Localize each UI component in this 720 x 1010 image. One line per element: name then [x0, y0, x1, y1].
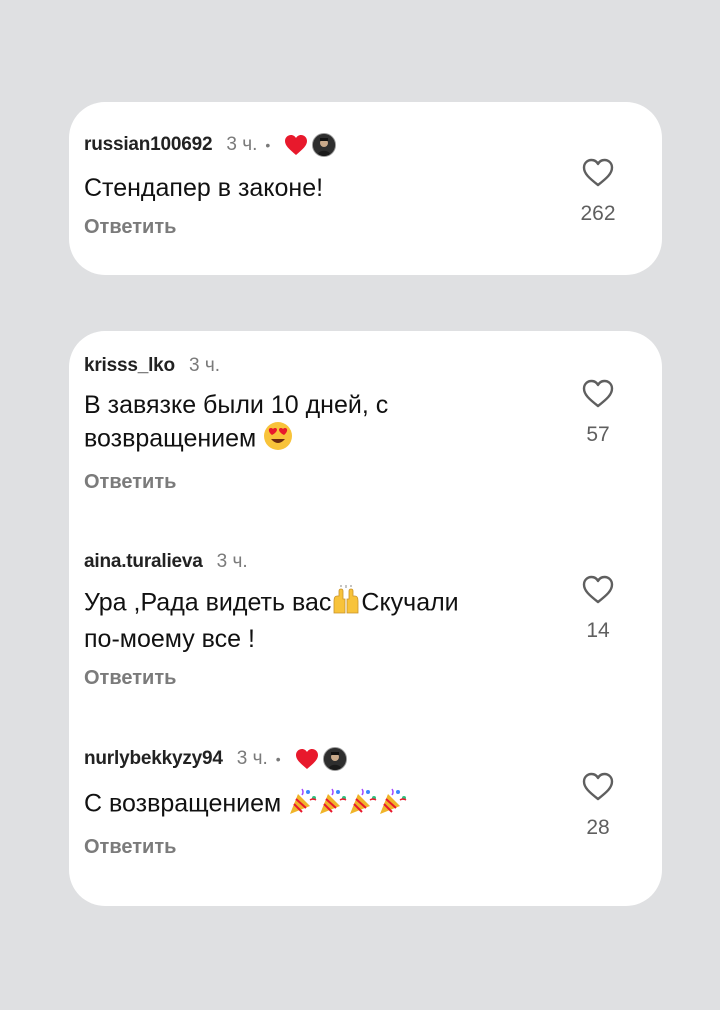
like-count: 28 — [586, 816, 610, 839]
like-control: 57 — [570, 379, 626, 447]
heart-eyes-emoji — [263, 421, 293, 459]
like-control: 28 — [570, 772, 626, 840]
separator-dot: • — [265, 137, 271, 153]
like-count: 57 — [586, 423, 610, 446]
comment-username[interactable]: russian100692 — [84, 134, 213, 156]
comment-text: Ура ,Рада видеть вас Скучали по-моему вс… — [84, 585, 554, 655]
comment-text-line: В завязке были 10 дней, с — [84, 391, 389, 419]
comment-meta: krisss_lko 3 ч. — [84, 351, 662, 381]
like-count: 262 — [580, 202, 616, 225]
comment-text-line: возвращением — [84, 424, 257, 453]
author-avatar — [312, 133, 337, 157]
author-avatar — [322, 747, 347, 771]
party-popper-emoji — [348, 786, 378, 824]
comment-text-line: по-моему все ! — [84, 625, 255, 653]
heart-filled-icon — [284, 134, 308, 156]
heart-outline-icon[interactable] — [582, 379, 614, 413]
raised-hands-emoji — [331, 585, 361, 623]
comment-username[interactable]: aina.turalieva — [84, 551, 203, 573]
heart-outline-icon[interactable] — [582, 575, 614, 609]
heart-filled-icon — [295, 748, 319, 770]
comment-meta: nurlybekkyzy94 3 ч. • — [84, 744, 662, 774]
comment-meta: russian100692 3 ч. • — [84, 130, 662, 160]
comment-username[interactable]: nurlybekkyzy94 — [84, 748, 223, 770]
comment-time: 3 ч. — [216, 551, 248, 572]
comment-time: 3 ч. — [226, 134, 258, 155]
comment-username[interactable]: krisss_lko — [84, 355, 175, 377]
comment-card-1: russian100692 3 ч. • Стендапер в законе!… — [69, 102, 662, 275]
like-control: 262 — [570, 158, 626, 226]
reply-button[interactable]: Ответить — [84, 667, 662, 690]
comment-meta: aina.turalieva 3 ч. — [84, 547, 662, 577]
comment-text: В завязке были 10 дней, с возвращением — [84, 389, 534, 459]
reply-button[interactable]: Ответить — [84, 471, 662, 494]
comment-text: Стендапер в законе! — [84, 174, 324, 202]
comment-text: С возвращением — [84, 786, 534, 824]
party-popper-emoji — [378, 786, 408, 824]
party-popper-emoji — [288, 786, 318, 824]
comment-time: 3 ч. — [236, 748, 268, 769]
heart-outline-icon[interactable] — [582, 772, 614, 806]
like-count: 14 — [586, 619, 610, 642]
comment-card-2: krisss_lko 3 ч. В завязке были 10 дней, … — [69, 331, 662, 906]
separator-dot: • — [275, 751, 281, 767]
comment-time: 3 ч. — [188, 355, 220, 376]
comment-text-line: Ура ,Рада видеть вас — [84, 588, 332, 617]
comment-text-line: Скучали — [361, 588, 459, 617]
comment-text-line: С возвращением — [84, 789, 282, 818]
party-popper-emoji — [318, 786, 348, 824]
heart-outline-icon[interactable] — [582, 158, 614, 192]
like-control: 14 — [570, 575, 626, 643]
